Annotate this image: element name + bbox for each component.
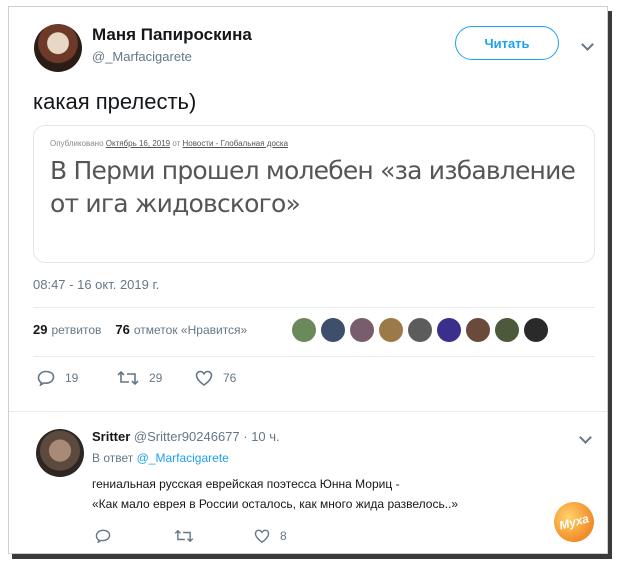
retweet-icon bbox=[174, 529, 194, 543]
reply-author-name: Sritter bbox=[92, 429, 131, 444]
link-card[interactable]: Опубликовано Октябрь 16, 2019 от Новости… bbox=[33, 125, 595, 263]
heart-icon bbox=[254, 529, 270, 543]
reply-count: 19 bbox=[65, 371, 79, 385]
likes-label[interactable]: отметок «Нравится» bbox=[134, 323, 247, 337]
reply-icon bbox=[37, 370, 55, 386]
reply-like-action[interactable]: 8 bbox=[254, 529, 287, 543]
liker-avatar[interactable] bbox=[321, 318, 345, 342]
chevron-down-icon[interactable] bbox=[581, 38, 594, 51]
like-count: 76 bbox=[223, 371, 237, 385]
reply-retweet-action[interactable] bbox=[174, 529, 204, 543]
liker-avatar[interactable] bbox=[408, 318, 432, 342]
retweets-count[interactable]: 29 bbox=[33, 322, 47, 337]
liker-avatar[interactable] bbox=[437, 318, 461, 342]
reply-author-handle: @Sritter90246677 bbox=[133, 429, 240, 444]
chevron-down-icon[interactable] bbox=[579, 431, 592, 444]
tweet-stats: 29 ретвитов 76 отметок «Нравится» bbox=[33, 322, 247, 337]
author-avatar[interactable] bbox=[34, 24, 82, 72]
like-action[interactable]: 76 bbox=[195, 370, 236, 386]
retweets-label[interactable]: ретвитов bbox=[51, 323, 101, 337]
liker-avatar[interactable] bbox=[292, 318, 316, 342]
likes-count[interactable]: 76 bbox=[115, 322, 129, 337]
card-title: В Перми прошел молебен «за избавление от… bbox=[50, 156, 576, 218]
reply-text: гениальная русская еврейская поэтесса Юн… bbox=[92, 477, 459, 511]
tweet-timestamp[interactable]: 08:47 - 16 окт. 2019 г. bbox=[33, 277, 159, 292]
liker-avatar[interactable] bbox=[466, 318, 490, 342]
liker-avatar[interactable] bbox=[495, 318, 519, 342]
card-date-link: Октябрь 16, 2019 bbox=[105, 139, 171, 148]
divider bbox=[9, 411, 607, 412]
divider bbox=[33, 307, 595, 308]
reply-author-avatar[interactable] bbox=[36, 429, 84, 477]
author-handle[interactable]: @_Marfacigarete bbox=[92, 49, 192, 64]
likers-avatars[interactable] bbox=[292, 318, 553, 342]
mention-link[interactable]: @_Marfacigarete bbox=[137, 451, 229, 465]
card-source-link: Новости - Глобальная доска bbox=[182, 139, 289, 148]
liker-avatar[interactable] bbox=[350, 318, 374, 342]
reply-action[interactable]: 19 bbox=[37, 370, 78, 386]
divider bbox=[33, 356, 595, 357]
reply-time: · 10 ч. bbox=[243, 429, 280, 444]
heart-icon bbox=[195, 370, 213, 386]
card-meta: Опубликовано Октябрь 16, 2019 от Новости… bbox=[50, 139, 289, 148]
liker-avatar[interactable] bbox=[524, 318, 548, 342]
retweet-action[interactable]: 29 bbox=[117, 370, 162, 386]
reply-icon bbox=[95, 529, 111, 543]
author-name[interactable]: Маня Папироскина bbox=[92, 25, 252, 45]
reply-to: В ответ @_Marfacigarete bbox=[92, 451, 229, 465]
tweet-text: какая прелесть) bbox=[33, 89, 197, 114]
follow-button[interactable]: Читать bbox=[455, 26, 559, 60]
reply-author[interactable]: Sritter @Sritter90246677 · 10 ч. bbox=[92, 429, 280, 444]
retweet-count: 29 bbox=[149, 371, 163, 385]
tweet-frame: Маня Папироскина @_Marfacigarete Читать … bbox=[8, 6, 608, 554]
liker-avatar[interactable] bbox=[379, 318, 403, 342]
reply-like-count: 8 bbox=[280, 529, 287, 543]
retweet-icon bbox=[117, 370, 139, 386]
reply-reply-action[interactable] bbox=[95, 529, 121, 543]
